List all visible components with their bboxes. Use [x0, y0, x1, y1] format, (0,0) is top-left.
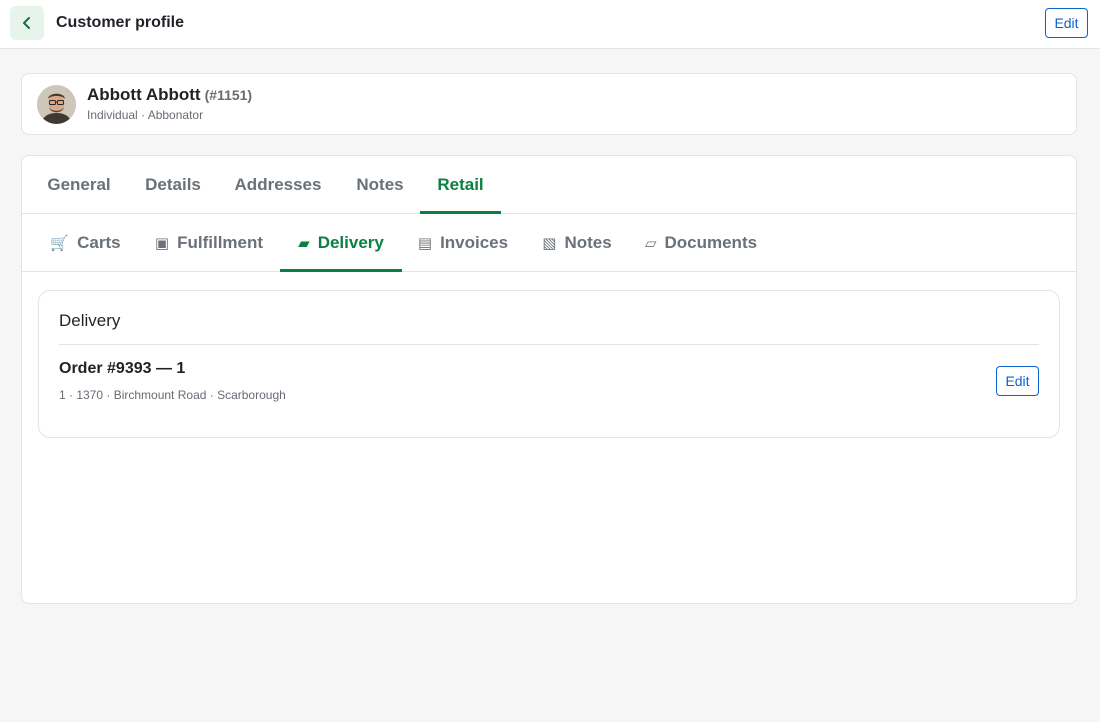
subtab-fulfillment[interactable]: ▣ Fulfillment — [154, 214, 264, 271]
subtab-invoices[interactable]: ▤ Invoices — [417, 214, 509, 271]
customer-summary-card: Abbott Abbott (#1151) Individual · Abbona… — [21, 73, 1077, 135]
subtab-label: Fulfillment — [177, 232, 264, 252]
page-title: Customer profile — [56, 14, 185, 31]
subtab-label: Documents — [664, 232, 758, 252]
invoice-icon: ▤ — [417, 234, 433, 252]
customer-subtitle: Individual · Abbonator — [87, 108, 204, 122]
order-address: 1 · 1370 · Birchmount Road · Scarborough — [59, 388, 286, 402]
edit-order-button[interactable]: Edit — [996, 366, 1039, 396]
subtab-label: Delivery — [317, 232, 384, 252]
customer-name-text: Abbott Abbott — [87, 85, 201, 104]
tab-label: Details — [145, 174, 201, 194]
divider — [59, 344, 1039, 345]
avatar — [37, 85, 76, 124]
order-title: Order #9393 — 1 — [59, 360, 186, 377]
primary-tabs: General Details Addresses Notes Retail — [22, 156, 1076, 214]
tab-details[interactable]: Details — [145, 156, 201, 213]
truck-icon: ▰ — [298, 234, 310, 252]
subtab-delivery[interactable]: ▰ Delivery — [280, 214, 402, 272]
customer-name: Abbott Abbott (#1151) — [87, 85, 252, 105]
delivery-heading: Delivery — [59, 311, 121, 330]
customer-id: (#1151) — [204, 87, 253, 103]
subtab-label: Notes — [564, 232, 612, 252]
top-bar: Customer profile Edit — [0, 0, 1100, 49]
main-panel: General Details Addresses Notes Retail 🛒… — [21, 155, 1077, 604]
document-icon: ▱ — [644, 234, 657, 252]
subtab-label: Carts — [77, 232, 121, 252]
retail-subtabs: 🛒 Carts ▣ Fulfillment ▰ Delivery ▤ Invoi… — [22, 214, 1076, 272]
subtab-carts[interactable]: 🛒 Carts — [48, 214, 123, 271]
avatar-image — [37, 85, 76, 124]
subtab-documents[interactable]: ▱ Documents — [644, 214, 758, 271]
chevron-left-icon — [23, 17, 30, 29]
tab-addresses[interactable]: Addresses — [234, 156, 322, 213]
cart-icon: 🛒 — [50, 234, 70, 252]
tab-label: Addresses — [234, 174, 322, 194]
tab-label: General — [47, 174, 111, 194]
notes-icon: ▧ — [542, 234, 557, 252]
tab-label: Retail — [437, 174, 484, 194]
tab-retail[interactable]: Retail — [420, 156, 501, 214]
tab-notes[interactable]: Notes — [356, 156, 404, 213]
box-icon: ▣ — [154, 234, 170, 252]
back-button[interactable] — [10, 6, 44, 40]
subtab-notes[interactable]: ▧ Notes — [541, 214, 613, 271]
tab-label: Notes — [356, 174, 404, 194]
subtab-label: Invoices — [440, 232, 509, 252]
delivery-card: Delivery Order #9393 — 1 1 · 1370 · Birc… — [38, 290, 1060, 438]
edit-profile-button[interactable]: Edit — [1045, 8, 1088, 38]
tab-general[interactable]: General — [47, 156, 111, 213]
